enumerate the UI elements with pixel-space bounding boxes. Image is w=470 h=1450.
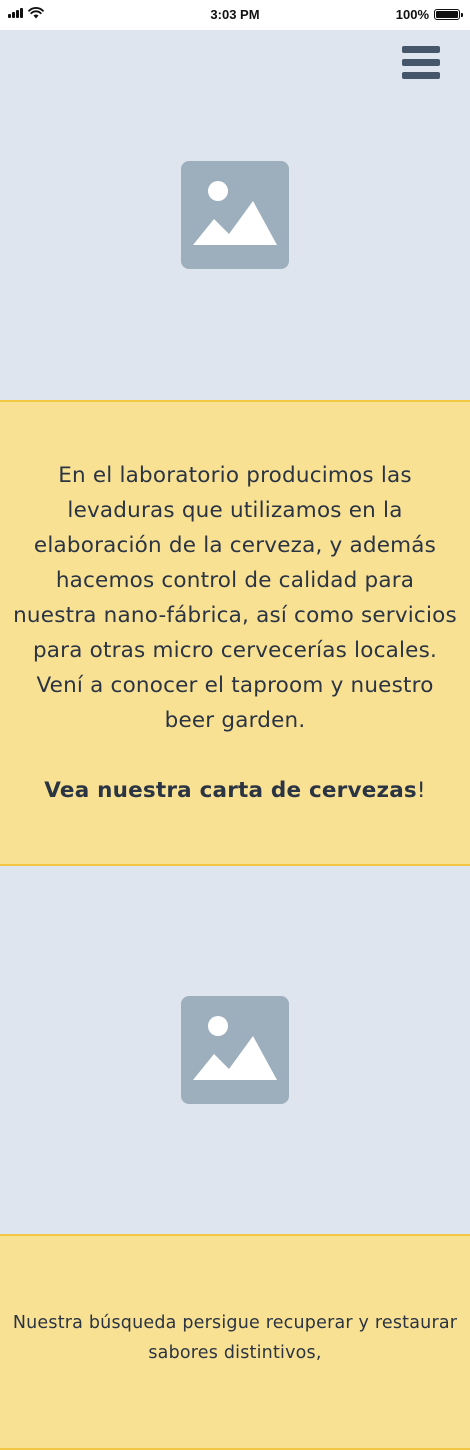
image-placeholder-icon: [181, 161, 289, 269]
intro-text-block: En el laboratorio producimos las levadur…: [0, 400, 470, 866]
hamburger-menu-icon[interactable]: [402, 46, 442, 84]
status-bar: 3:03 PM 100%: [0, 0, 470, 30]
gallery-section: [0, 866, 470, 1234]
beer-menu-link[interactable]: Vea nuestra carta de cervezas: [44, 778, 417, 803]
hero-section: [0, 30, 470, 400]
intro-paragraph: En el laboratorio producimos las levadur…: [13, 463, 457, 733]
mission-text-block: Nuestra búsqueda persigue recuperar y re…: [0, 1234, 470, 1450]
beer-menu-cta: Vea nuestra carta de cervezas!: [12, 773, 458, 808]
battery-percentage: 100%: [395, 7, 429, 22]
status-right: 100%: [395, 7, 463, 22]
mission-paragraph: Nuestra búsqueda persigue recuperar y re…: [12, 1313, 458, 1363]
battery-icon: [434, 9, 463, 20]
image-placeholder-icon: [181, 996, 289, 1104]
cta-suffix: !: [416, 778, 426, 803]
